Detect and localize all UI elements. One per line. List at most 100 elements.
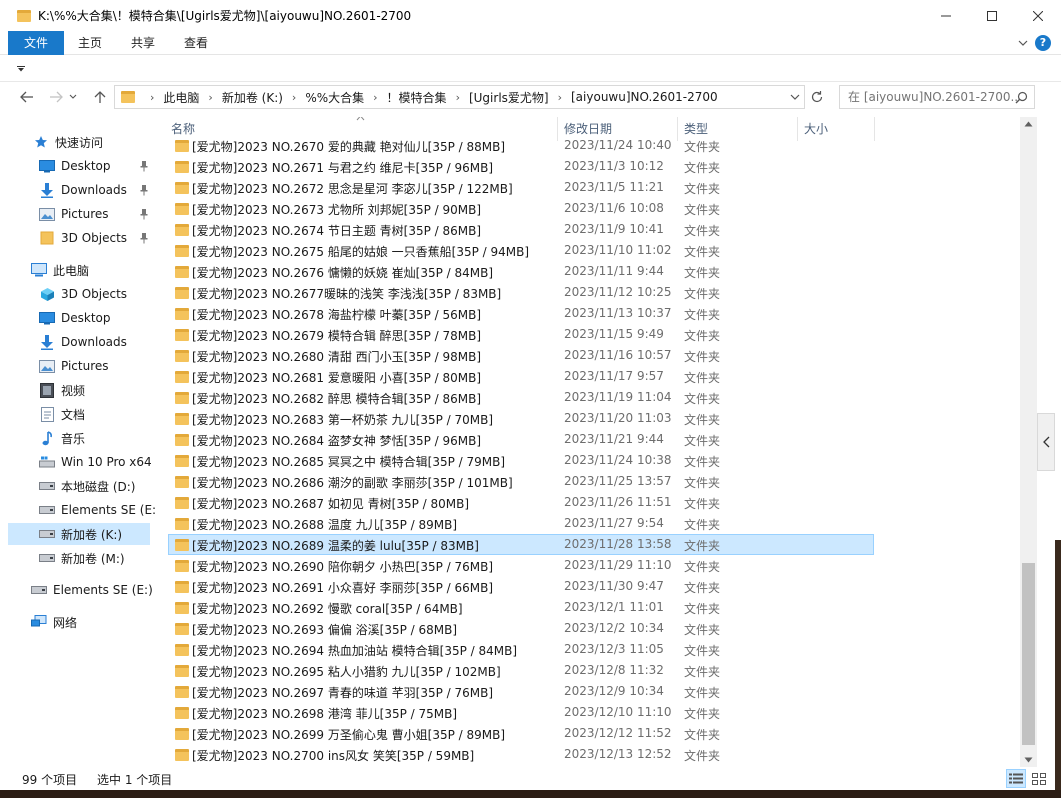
file-row[interactable]: [爱尤物]2023 NO.2687 如初见 青树[35P / 80MB] 2023… [168,492,874,513]
file-row[interactable]: [爱尤物]2023 NO.2670 爱的典藏 艳对仙儿[35P / 88MB] 2… [168,135,874,156]
tab-share[interactable]: 共享 [118,31,168,55]
chevron-right-icon[interactable]: › [558,91,562,104]
file-row[interactable]: [爱尤物]2023 NO.2690 陪你朝夕 小热巴[35P / 76MB] 20… [168,555,874,576]
refresh-button[interactable] [808,88,826,106]
file-row[interactable]: [爱尤物]2023 NO.2695 粘人小猎豹 九儿[35P / 102MB] 2… [168,660,874,681]
maximize-button[interactable] [969,0,1015,31]
file-row[interactable]: [爱尤物]2023 NO.2680 清甜 西门小玉[35P / 98MB] 202… [168,345,874,366]
nav-label: Downloads [61,335,127,349]
pin-icon[interactable] [139,160,149,172]
nav-this-pc[interactable]: 此电脑 [31,259,89,281]
nav-quick-pictures[interactable]: Pictures [39,203,149,225]
nav-pictures[interactable]: Pictures [39,355,109,377]
nav-downloads[interactable]: Downloads [39,331,127,353]
file-name: [爱尤物]2023 NO.2685 冥冥之中 模特合辑[35P / 79MB] [192,455,506,469]
nav-elements-drive[interactable]: Elements SE (E:) [31,579,153,601]
search-icon[interactable] [1015,91,1028,104]
tab-view[interactable]: 查看 [170,31,222,55]
file-type: 文件夹 [684,266,721,280]
scroll-down-icon[interactable] [1024,757,1033,763]
file-row[interactable]: [爱尤物]2023 NO.2685 冥冥之中 模特合辑[35P / 79MB] 2… [168,450,874,471]
breadcrumb-current[interactable]: [aiyouwu]NO.2601-2700 [571,90,718,104]
file-row[interactable]: [爱尤物]2023 NO.2688 温度 九儿[35P / 89MB] 2023/… [168,513,874,534]
breadcrumb-this-pc[interactable]: 此电脑 [163,89,199,106]
file-row[interactable]: [爱尤物]2023 NO.2699 万圣偷心鬼 曹小姐[35P / 89MB] 2… [168,723,874,744]
drive-icon [39,502,55,518]
file-row[interactable]: [爱尤物]2023 NO.2689 温柔的姜 lulu[35P / 83MB] 2… [168,534,874,555]
nav-drive-d[interactable]: 本地磁盘 (D:) [39,475,135,497]
nav-network[interactable]: 网络 [31,611,77,633]
breadcrumb-models[interactable]: ！模特合集 [387,89,447,106]
nav-quick-3d-objects[interactable]: 3D Objects [39,227,149,249]
file-row[interactable]: [爱尤物]2023 NO.2698 港湾 菲儿[35P / 75MB] 2023/… [168,702,874,723]
back-button[interactable] [17,87,37,107]
file-row[interactable]: [爱尤物]2023 NO.2679 模特合辑 醉思[35P / 78MB] 202… [168,324,874,345]
scrollbar-thumb[interactable] [1022,563,1035,745]
drive-icon [39,550,55,566]
nav-documents[interactable]: 文档 [39,403,85,425]
search-box[interactable] [839,85,1035,109]
pin-icon[interactable] [139,208,149,220]
file-row[interactable]: [爱尤物]2023 NO.2692 慢歌 coral[35P / 64MB] 20… [168,597,874,618]
file-row[interactable]: [爱尤物]2023 NO.2700 ins风女 笑笑[35P / 59MB] 20… [168,744,874,765]
file-row[interactable]: [爱尤物]2023 NO.2677暖昧的浅笑 李浅浅[35P / 83MB] 20… [168,282,874,303]
tab-home[interactable]: 主页 [66,31,114,55]
chevron-right-icon[interactable]: › [292,91,296,104]
chevron-right-icon[interactable]: › [456,91,460,104]
breadcrumb-ugirls[interactable]: [Ugirls爱尤物] [469,89,549,106]
scroll-up-icon[interactable] [1024,121,1033,127]
download-icon [39,182,55,198]
nav-quick-desktop[interactable]: Desktop [39,155,149,177]
nav-quick-downloads[interactable]: Downloads [39,179,149,201]
nav-drive-c[interactable]: Win 10 Pro x64 [39,451,152,473]
nav-drive-m[interactable]: 新加卷 (M:) [39,547,125,569]
up-button[interactable] [90,87,110,107]
details-view-button[interactable] [1006,769,1026,788]
forward-button[interactable] [46,87,66,107]
minimize-button[interactable] [923,0,969,31]
file-row[interactable]: [爱尤物]2023 NO.2691 小众喜好 李丽莎[35P / 66MB] 20… [168,576,874,597]
search-input[interactable] [848,90,1018,104]
chevron-right-icon[interactable]: › [208,91,212,104]
file-row[interactable]: [爱尤物]2023 NO.2697 青春的味道 芊羽[35P / 76MB] 20… [168,681,874,702]
file-row[interactable]: [爱尤物]2023 NO.2686 潮汐的副歌 李丽莎[35P / 101MB]… [168,471,874,492]
file-row[interactable]: [爱尤物]2023 NO.2673 尤物所 刘邦妮[35P / 90MB] 202… [168,198,874,219]
breadcrumb-drive-k[interactable]: 新加卷 (K:) [222,89,283,106]
nav-music[interactable]: 音乐 [39,427,85,449]
chevron-right-icon[interactable]: › [150,91,154,104]
nav-drive-e[interactable]: Elements SE (E: [39,499,156,521]
tab-file[interactable]: 文件 [8,31,64,55]
file-row[interactable]: [爱尤物]2023 NO.2672 思念是星河 李宓儿[35P / 122MB]… [168,177,874,198]
breadcrumb-collection[interactable]: %%大合集 [305,89,364,106]
file-row[interactable]: [爱尤物]2023 NO.2694 热血加油站 模特合辑[35P / 84MB]… [168,639,874,660]
nav-3d-objects[interactable]: 3D Objects [39,283,127,305]
vertical-scrollbar[interactable] [1020,117,1037,767]
file-row[interactable]: [爱尤物]2023 NO.2678 海盐柠檬 叶蓁[35P / 56MB] 202… [168,303,874,324]
file-row[interactable]: [爱尤物]2023 NO.2693 偏偏 浴溪[35P / 68MB] 2023/… [168,618,874,639]
preview-pane-toggle[interactable] [1037,413,1055,471]
column-divider[interactable] [874,117,875,141]
nav-videos[interactable]: 视频 [39,379,85,401]
nav-desktop[interactable]: Desktop [39,307,111,329]
file-row[interactable]: [爱尤物]2023 NO.2682 醉思 模特合辑[35P / 86MB] 202… [168,387,874,408]
file-row[interactable]: [爱尤物]2023 NO.2681 爱意暖阳 小喜[35P / 80MB] 202… [168,366,874,387]
chevron-right-icon[interactable]: › [373,91,377,104]
large-icons-view-button[interactable] [1029,769,1049,788]
nav-quick-access[interactable]: 快速访问 [33,131,103,153]
pin-icon[interactable] [139,184,149,196]
file-row[interactable]: [爱尤物]2023 NO.2671 与君之约 维尼卡[35P / 96MB] 20… [168,156,874,177]
file-row[interactable]: [爱尤物]2023 NO.2676 慵懒的妖娆 崔灿[35P / 84MB] 20… [168,261,874,282]
file-row[interactable]: [爱尤物]2023 NO.2683 第一杯奶茶 九儿[35P / 70MB] 20… [168,408,874,429]
recent-locations-button[interactable] [66,87,80,107]
file-row[interactable]: [爱尤物]2023 NO.2684 盗梦女神 梦恬[35P / 96MB] 202… [168,429,874,450]
nav-drive-k[interactable]: 新加卷 (K:) [8,523,150,545]
file-row[interactable]: [爱尤物]2023 NO.2675 船尾的姑娘 一只香蕉船[35P / 94MB… [168,240,874,261]
help-icon[interactable]: ? [1035,35,1051,51]
address-bar[interactable]: › 此电脑 › 新加卷 (K:) › %%大合集 › ！模特合集 › [Ugir… [114,85,805,109]
address-dropdown-icon[interactable] [790,93,800,101]
expand-ribbon-icon[interactable] [1017,37,1029,49]
file-row[interactable]: [爱尤物]2023 NO.2674 节日主题 青树[35P / 86MB] 202… [168,219,874,240]
pin-icon[interactable] [139,232,149,244]
customize-toolbar-icon[interactable] [17,66,25,72]
close-button[interactable] [1015,0,1061,31]
